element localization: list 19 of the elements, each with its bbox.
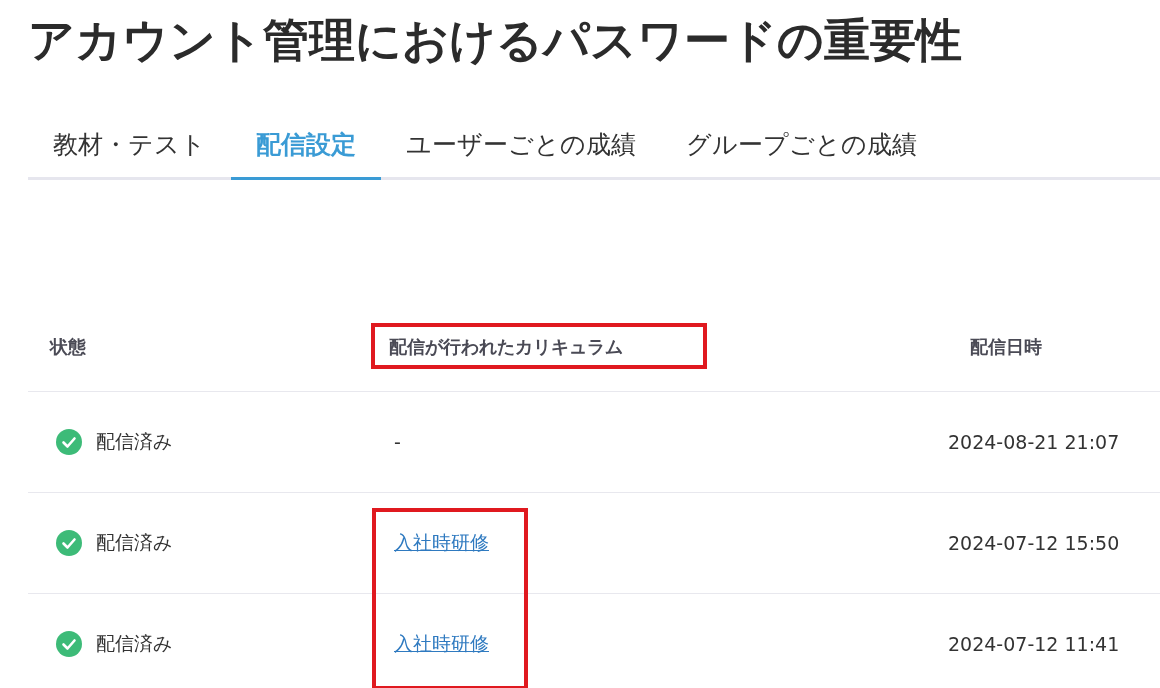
curriculum-link[interactable]: 入社時研修 [394, 631, 489, 657]
delivery-date: 2024-08-21 21:07 [948, 431, 1120, 453]
page-title: アカウント管理におけるパスワードの重要性 [28, 12, 963, 69]
check-circle-icon [56, 429, 82, 455]
status-text: 配信済み [96, 530, 172, 555]
column-header: 状態 [50, 335, 86, 357]
tab[interactable]: グループごとの成績 [661, 128, 942, 180]
status-text: 配信済み [96, 631, 172, 656]
delivery-date: 2024-07-12 15:50 [948, 532, 1120, 554]
delivery-date: 2024-07-12 11:41 [948, 633, 1120, 655]
curriculum-link[interactable]: 入社時研修 [394, 530, 489, 556]
status-text: 配信済み [96, 429, 172, 454]
column-header: 配信日時 [970, 335, 1042, 357]
curriculum-text: - [394, 431, 401, 453]
check-circle-icon [56, 530, 82, 556]
tab[interactable]: ユーザーごとの成績 [381, 128, 661, 180]
tab[interactable]: 教材・テスト [28, 128, 231, 180]
column-header: 配信が行われたカリキュラム [389, 335, 623, 357]
check-circle-icon [56, 631, 82, 657]
